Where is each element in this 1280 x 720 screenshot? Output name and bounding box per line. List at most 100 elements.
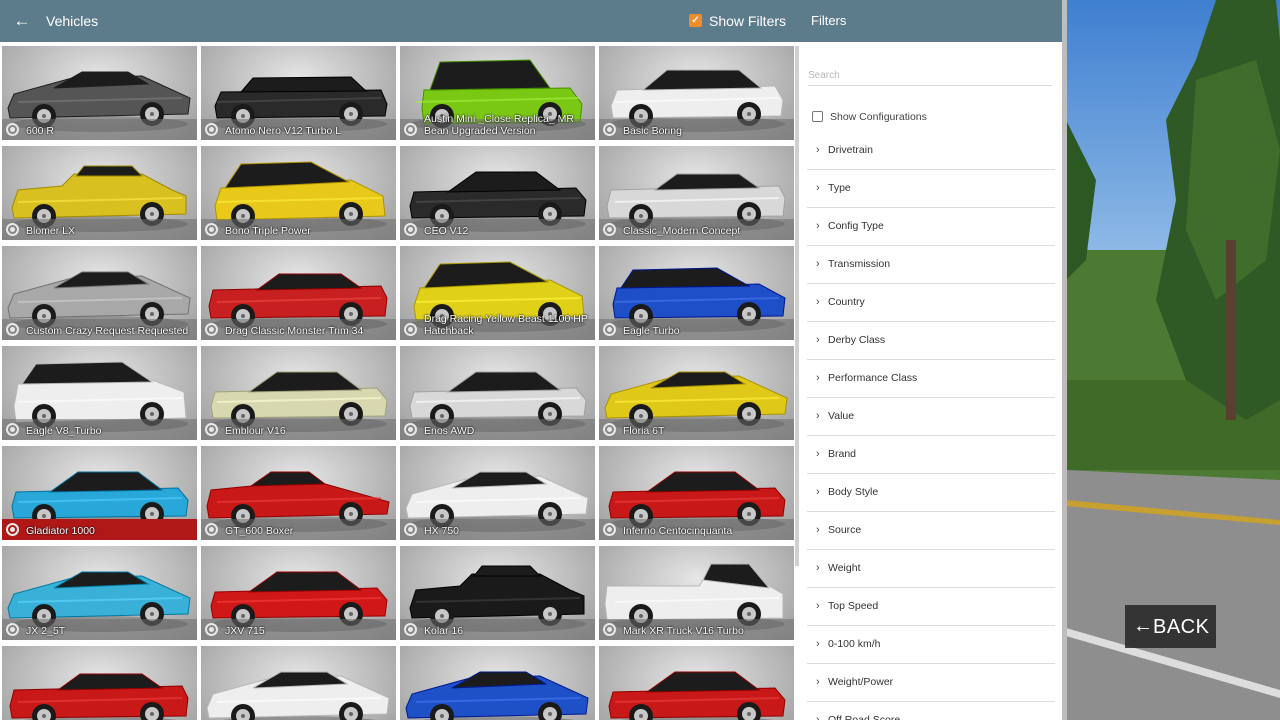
vehicle-tile[interactable]: HX 750 <box>400 446 595 540</box>
vehicle-tile[interactable]: Classic_Modern Concept <box>599 146 794 240</box>
filter-item[interactable]: › Weight <box>807 550 1055 588</box>
chevron-right-icon: › <box>816 144 820 156</box>
filter-item[interactable]: › Body Style <box>807 474 1055 512</box>
vehicle-name: Mark XR Truck V16 Turbo <box>623 625 744 637</box>
filter-item[interactable]: › 0-100 km/h <box>807 626 1055 664</box>
vehicle-name: Drag Classic Monster Trim 34 <box>225 325 364 337</box>
filter-label: Country <box>828 296 865 308</box>
config-icon <box>205 223 218 236</box>
vehicle-tile[interactable]: JX 2_5T <box>2 546 197 640</box>
vehicle-name: GT_600 Boxer <box>225 525 294 537</box>
chevron-right-icon: › <box>816 714 820 720</box>
vehicle-tile[interactable] <box>2 646 197 720</box>
filter-item[interactable]: › Value <box>807 398 1055 436</box>
vehicle-tile[interactable]: Custom Crazy Request Requested <box>2 246 197 340</box>
filter-item[interactable]: › Drivetrain <box>807 132 1055 170</box>
filter-item[interactable]: › Weight/Power <box>807 664 1055 702</box>
page-title: Vehicles <box>46 13 99 29</box>
vehicle-tile[interactable]: JXV 715 <box>201 546 396 640</box>
config-icon <box>6 423 19 436</box>
vehicles-panel: ← Vehicles ✓ Show Filters 600 R Atomo Ner… <box>0 0 800 720</box>
filter-label: Config Type <box>828 220 884 232</box>
arrow-left-icon[interactable]: ← <box>12 9 32 33</box>
vehicle-tile[interactable] <box>400 646 595 720</box>
vehicle-name: JXV 715 <box>225 625 265 637</box>
filter-search-input[interactable] <box>808 66 1052 86</box>
vehicle-tile[interactable]: Basic Boring <box>599 46 794 140</box>
vehicle-tile[interactable]: CEO V12 <box>400 146 595 240</box>
vehicle-name: Custom Crazy Request Requested <box>26 325 189 337</box>
filter-label: Brand <box>828 448 857 460</box>
config-icon <box>404 223 417 236</box>
config-icon <box>404 423 417 436</box>
config-icon <box>205 323 218 336</box>
vehicle-tile[interactable]: 600 R <box>2 46 197 140</box>
config-icon <box>603 323 616 336</box>
vehicle-grid-scrollbar[interactable] <box>795 46 799 566</box>
vehicle-name: CEO V12 <box>424 225 469 237</box>
filter-item[interactable]: › Source <box>807 512 1055 550</box>
vehicle-tile[interactable] <box>599 646 794 720</box>
filter-label: Body Style <box>828 486 879 498</box>
filter-label: Source <box>828 524 862 536</box>
vehicle-tile[interactable]: GT_600 Boxer <box>201 446 396 540</box>
vehicle-tile[interactable]: Atomo Nero V12 Turbo L <box>201 46 396 140</box>
chevron-right-icon: › <box>816 182 820 194</box>
vehicle-name: Eagle V8_Turbo <box>26 425 102 437</box>
chevron-right-icon: › <box>816 258 820 270</box>
filter-item[interactable]: › Transmission <box>807 246 1055 284</box>
vehicle-tile[interactable]: Drag Racing Yellow Beast 1100 HP Hatchba… <box>400 246 595 340</box>
filter-item[interactable]: › Type <box>807 170 1055 208</box>
config-icon <box>404 623 417 636</box>
filters-scrollbar[interactable] <box>1062 0 1067 720</box>
vehicle-tile[interactable]: Gladiator 1000 <box>2 446 197 540</box>
back-button-label: BACK <box>1153 616 1210 638</box>
chevron-right-icon: › <box>816 220 820 232</box>
vehicle-tile[interactable]: Inferno Centocinquanta <box>599 446 794 540</box>
vehicle-name: Gladiator 1000 <box>26 525 95 537</box>
vehicle-tile[interactable]: Eagle V8_Turbo <box>2 346 197 440</box>
chevron-right-icon: › <box>816 562 820 574</box>
checkbox-unchecked-icon[interactable] <box>812 111 823 122</box>
filter-item[interactable]: › Off Road Score <box>807 702 1055 720</box>
filter-item[interactable]: › Top Speed <box>807 588 1055 626</box>
filter-item[interactable]: › Country <box>807 284 1055 322</box>
back-button[interactable]: ← BACK <box>1125 605 1216 648</box>
filter-item[interactable]: › Config Type <box>807 208 1055 246</box>
filter-item[interactable]: › Brand <box>807 436 1055 474</box>
vehicle-tile[interactable] <box>201 646 396 720</box>
config-icon <box>6 523 19 536</box>
filter-item[interactable]: › Derby Class <box>807 322 1055 360</box>
chevron-right-icon: › <box>816 486 820 498</box>
vehicle-tile[interactable]: Blomer LX <box>2 146 197 240</box>
config-icon <box>6 323 19 336</box>
vehicle-tile[interactable]: Enos AWD <box>400 346 595 440</box>
show-filters-label: Show Filters <box>709 13 787 29</box>
chevron-right-icon: › <box>816 600 820 612</box>
chevron-right-icon: › <box>816 334 820 346</box>
vehicle-name: Bono Triple Power <box>225 225 311 237</box>
filter-item[interactable]: › Performance Class <box>807 360 1055 398</box>
config-icon <box>603 523 616 536</box>
vehicle-thumbnail <box>206 671 390 720</box>
checkbox-checked-icon[interactable]: ✓ <box>689 14 702 27</box>
vehicle-tile[interactable]: Austin Mini _Close Replica_ MR Bean Upgr… <box>400 46 595 140</box>
vehicle-name: Inferno Centocinquanta <box>623 525 733 537</box>
vehicle-name: Emblour V16 <box>225 425 286 437</box>
vehicle-tile[interactable]: Drag Classic Monster Trim 34 <box>201 246 396 340</box>
chevron-right-icon: › <box>816 524 820 536</box>
filter-label: Top Speed <box>828 600 879 612</box>
vehicle-tile[interactable]: Kolar 16 <box>400 546 595 640</box>
vehicles-header: ← Vehicles ✓ Show Filters <box>0 0 800 42</box>
vehicle-name: HX 750 <box>424 525 460 537</box>
vehicle-tile[interactable]: Eagle Turbo <box>599 246 794 340</box>
chevron-right-icon: › <box>816 676 820 688</box>
chevron-right-icon: › <box>816 638 820 650</box>
vehicle-tile[interactable]: Mark XR Truck V16 Turbo <box>599 546 794 640</box>
vehicle-tile[interactable]: Bono Triple Power <box>201 146 396 240</box>
vehicle-tile[interactable]: Floria 6T <box>599 346 794 440</box>
vehicle-tile[interactable]: Emblour V16 <box>201 346 396 440</box>
config-icon <box>603 623 616 636</box>
vehicle-name: Atomo Nero V12 Turbo L <box>225 125 342 137</box>
vehicle-name: Floria 6T <box>623 425 665 437</box>
